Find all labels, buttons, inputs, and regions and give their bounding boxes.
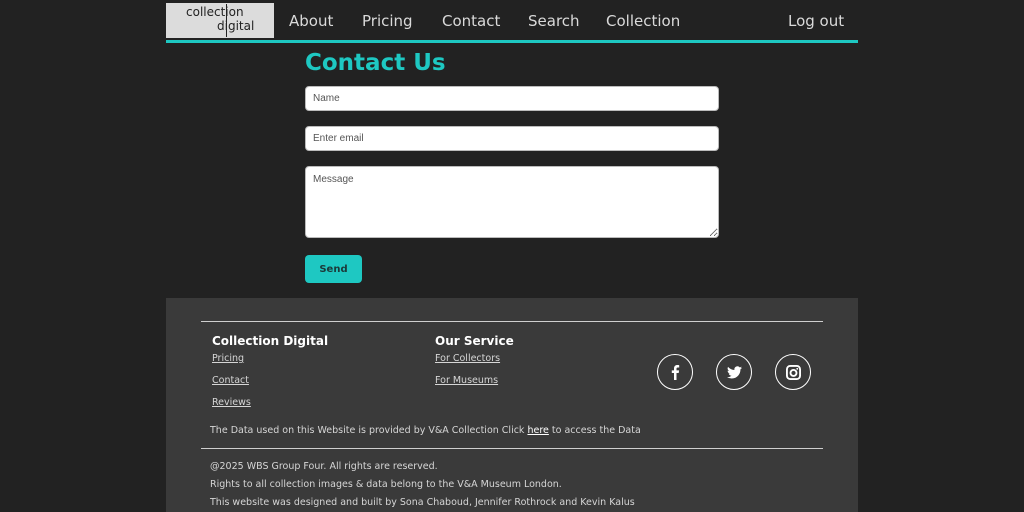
email-input[interactable] xyxy=(305,126,719,151)
nav-search[interactable]: Search xyxy=(528,12,580,30)
data-source-link[interactable]: here xyxy=(527,425,548,436)
footer-link-for-museums[interactable]: For Museums xyxy=(435,375,498,386)
footer-link-for-collectors[interactable]: For Collectors xyxy=(435,353,500,364)
rights-text: Rights to all collection images & data b… xyxy=(210,479,562,490)
nav-collection[interactable]: Collection xyxy=(606,12,680,30)
footer-link-pricing[interactable]: Pricing xyxy=(212,353,244,364)
credits-text: This website was designed and built by S… xyxy=(210,497,635,508)
nav-contact[interactable]: Contact xyxy=(442,12,500,30)
logo-line-2: digital xyxy=(217,19,255,33)
nav-about[interactable]: About xyxy=(289,12,333,30)
footer-link-contact[interactable]: Contact xyxy=(212,375,249,386)
data-source-note: The Data used on this Website is provide… xyxy=(210,425,641,436)
message-textarea[interactable] xyxy=(305,166,719,238)
site-header: collection digital About Pricing Contact… xyxy=(166,0,858,43)
name-input[interactable] xyxy=(305,86,719,111)
footer-link-reviews[interactable]: Reviews xyxy=(212,397,251,408)
footer-heading-our-service: Our Service xyxy=(435,334,514,348)
facebook-icon[interactable] xyxy=(657,354,693,390)
nav-pricing[interactable]: Pricing xyxy=(362,12,413,30)
site-footer: Collection Digital Pricing Contact Revie… xyxy=(166,298,858,512)
footer-divider-bottom xyxy=(201,448,823,449)
send-button[interactable]: Send xyxy=(305,255,362,283)
nav-logout[interactable]: Log out xyxy=(788,12,844,30)
page-title: Contact Us xyxy=(305,50,446,76)
footer-divider-top xyxy=(201,321,823,322)
twitter-icon[interactable] xyxy=(716,354,752,390)
logo[interactable]: collection digital xyxy=(166,3,274,38)
logo-line-1: collection xyxy=(186,5,244,19)
copyright-text: @2025 WBS Group Four. All rights are res… xyxy=(210,461,438,472)
footer-heading-collection-digital: Collection Digital xyxy=(212,334,329,348)
instagram-icon[interactable] xyxy=(775,354,811,390)
